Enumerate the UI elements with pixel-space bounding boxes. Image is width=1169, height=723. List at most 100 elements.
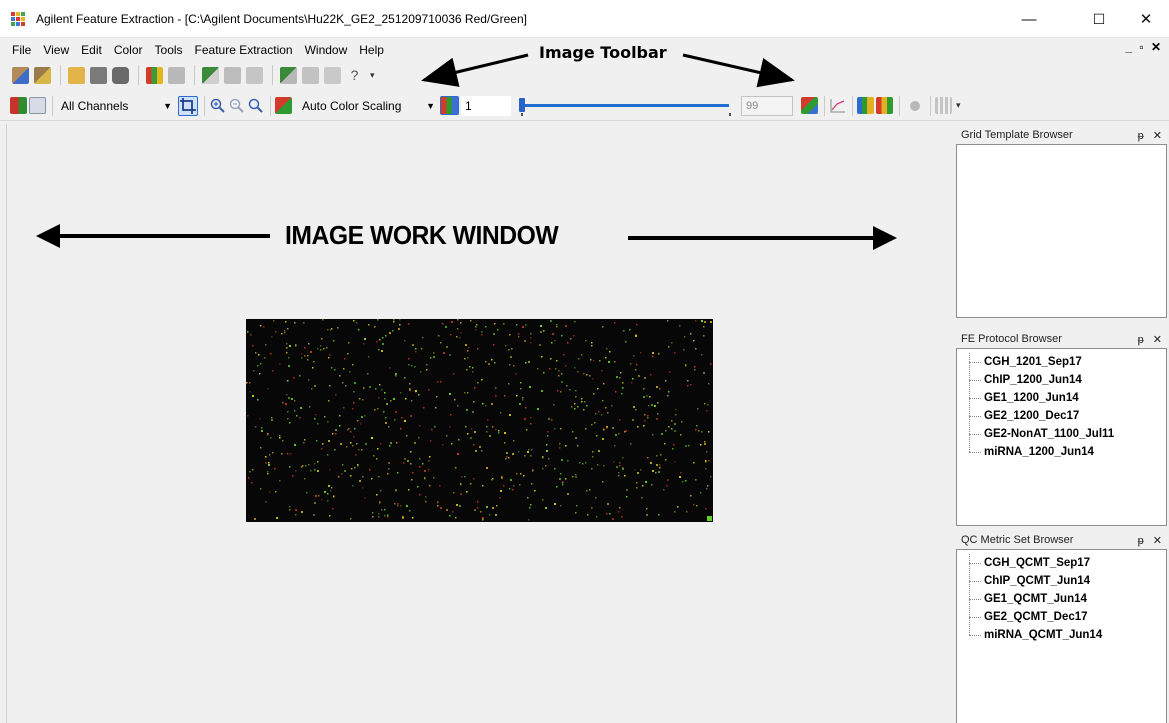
array-spot <box>659 464 661 466</box>
array-spot <box>371 478 373 480</box>
array-spot <box>451 321 453 323</box>
array-spot <box>505 458 507 460</box>
array-spot <box>314 502 316 504</box>
array-spot <box>333 340 335 342</box>
array-spot <box>602 481 604 483</box>
array-spot <box>695 320 697 322</box>
array-spot <box>446 509 448 511</box>
array-spot <box>677 506 679 508</box>
array-spot <box>368 356 370 358</box>
array-spot <box>299 417 301 419</box>
array-spot <box>459 505 461 507</box>
tree-item-qc-metric[interactable]: miRNA_QCMT_Jun14 <box>969 617 1166 644</box>
array-spot <box>693 504 695 506</box>
array-spot <box>565 365 567 367</box>
array-spot <box>321 499 323 501</box>
array-spot <box>657 413 659 415</box>
array-spot <box>596 516 598 518</box>
array-spot <box>460 493 462 495</box>
array-spot <box>304 478 306 480</box>
array-spot <box>577 371 579 373</box>
array-spot <box>397 503 399 505</box>
grid-template-list[interactable] <box>956 144 1167 318</box>
qc-metric-list[interactable]: CGH_QCMT_Sep17 ChIP_QCMT_Jun14 GE1_QCMT_… <box>956 549 1167 723</box>
array-spot <box>294 322 296 324</box>
tree-item-protocol[interactable]: ChIP_1200_Jun14 <box>969 362 1166 389</box>
array-spot <box>526 429 528 431</box>
array-spot <box>426 364 428 366</box>
fe-protocol-list[interactable]: CGH_1201_Sep17 ChIP_1200_Jun14 GE1_1200_… <box>956 348 1167 526</box>
tree-item-qc-metric[interactable]: GE1_QCMT_Jun14 <box>969 581 1166 608</box>
array-spot <box>337 327 339 329</box>
array-spot <box>508 383 510 385</box>
array-spot <box>390 400 392 402</box>
array-spot <box>512 489 514 491</box>
tree-item-qc-metric[interactable]: CGH_QCMT_Sep17 <box>969 554 1166 572</box>
array-spot <box>308 379 310 381</box>
array-spot <box>591 345 593 347</box>
tree-item-protocol[interactable]: GE1_1200_Jun14 <box>969 380 1166 407</box>
array-spot <box>481 450 483 452</box>
array-spot <box>379 339 381 341</box>
array-spot <box>395 375 397 377</box>
array-spot <box>520 473 522 475</box>
array-spot <box>646 508 648 510</box>
array-spot <box>704 443 706 445</box>
array-spot <box>355 454 357 456</box>
array-spot <box>324 491 326 493</box>
array-spot <box>513 485 515 487</box>
array-spot <box>577 445 579 447</box>
array-spot <box>329 385 331 387</box>
array-spot <box>384 392 386 394</box>
array-spot <box>327 500 329 502</box>
array-spot <box>637 472 639 474</box>
array-spot <box>606 427 608 429</box>
array-spot <box>529 386 531 388</box>
array-spot <box>618 472 620 474</box>
array-spot <box>590 359 592 361</box>
tree-item-qc-metric[interactable]: ChIP_QCMT_Jun14 <box>969 563 1166 590</box>
array-spot <box>381 350 383 352</box>
tree-item-protocol[interactable]: miRNA_1200_Jun14 <box>969 434 1166 461</box>
array-spot <box>420 371 422 373</box>
tree-item-protocol[interactable]: GE2_1200_Dec17 <box>969 398 1166 425</box>
microarray-image[interactable] <box>246 319 713 522</box>
tree-item-protocol[interactable]: CGH_1201_Sep17 <box>969 353 1166 371</box>
array-spot <box>621 516 623 518</box>
array-spot <box>320 349 322 351</box>
array-spot <box>287 380 289 382</box>
tree-item-protocol[interactable]: GE2-NonAT_1100_Jul11 <box>969 416 1166 443</box>
panel-pin-close-icon[interactable]: ᵽ ✕ <box>1138 129 1165 142</box>
array-spot <box>282 440 284 442</box>
array-spot <box>356 443 358 445</box>
array-spot <box>614 361 616 363</box>
array-spot <box>540 325 542 327</box>
array-spot <box>684 336 686 338</box>
array-spot <box>619 462 621 464</box>
array-spot <box>635 334 637 336</box>
panel-pin-close-icon[interactable]: ᵽ ✕ <box>1138 333 1165 346</box>
array-spot <box>389 332 391 334</box>
array-spot <box>259 373 261 375</box>
panel-pin-close-icon[interactable]: ᵽ ✕ <box>1138 534 1165 547</box>
array-spot <box>315 414 317 416</box>
array-spot <box>700 444 702 446</box>
array-spot <box>539 344 541 346</box>
array-spot <box>474 431 476 433</box>
array-spot <box>378 349 380 351</box>
array-spot <box>259 418 261 420</box>
array-spot <box>560 473 562 475</box>
tree-item-qc-metric[interactable]: GE2_QCMT_Dec17 <box>969 599 1166 626</box>
array-spot <box>519 484 521 486</box>
array-spot <box>342 382 344 384</box>
array-spot <box>317 423 319 425</box>
array-spot <box>426 369 428 371</box>
array-spot <box>703 335 705 337</box>
array-spot <box>532 470 534 472</box>
array-spot <box>595 497 597 499</box>
array-spot <box>625 430 627 432</box>
array-spot <box>470 437 472 439</box>
array-spot <box>328 400 330 402</box>
array-spot <box>560 505 562 507</box>
array-spot <box>492 507 494 509</box>
